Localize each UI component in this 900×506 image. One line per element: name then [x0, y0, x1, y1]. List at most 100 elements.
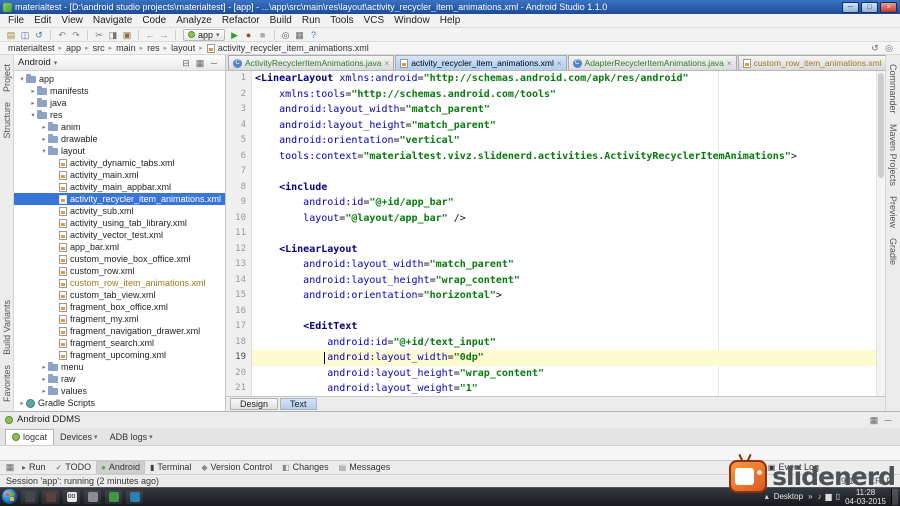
tree-item-values[interactable]: ▸ values — [14, 385, 225, 397]
menu-item-build[interactable]: Build — [265, 15, 297, 26]
tree-item-activity-sub-xml[interactable]: activity_sub.xml — [14, 205, 225, 217]
tree-item-app[interactable]: ▾ app — [14, 73, 225, 85]
code-line[interactable]: xmlns:tools="http://schemas.android.com/… — [255, 87, 876, 103]
editor-tab-adapterrecycleritemanimations-java[interactable]: C AdapterRecyclerItemAnimations.java × — [567, 55, 737, 70]
copy-icon[interactable]: ◨ — [106, 29, 120, 41]
code-line[interactable] — [255, 226, 876, 242]
editor-tab-custom-row-item-animations-xml[interactable]: custom_row_item_animations.xml× — [737, 55, 885, 70]
run-config-selector[interactable]: app ▾ — [183, 28, 225, 41]
code-line[interactable]: android:layout_height="wrap_content" — [255, 366, 876, 382]
tool-window-button-run[interactable]: ▸ Run — [17, 461, 51, 474]
taskbar-app-icon-3[interactable]: oo — [63, 489, 80, 504]
tool-window-button-changes[interactable]: ◧ Changes — [277, 461, 334, 474]
dock-button-maven-projects[interactable]: Maven Projects — [888, 124, 898, 186]
code-area[interactable]: 1 2 3 4 5 6 7 8 9 10 11 12 13 14 15 16 17 18 19 20 21 <Linea… — [226, 71, 885, 396]
desktop-toolbar-chevron[interactable]: » — [808, 492, 812, 501]
code-line[interactable]: android:layout_weight="1" — [255, 381, 876, 396]
code-line[interactable]: android:orientation="vertical" — [255, 133, 876, 149]
help-icon[interactable]: ? — [307, 29, 321, 41]
collapsed-arrow-icon[interactable]: ▸ — [40, 123, 48, 131]
ddms-settings-icon[interactable]: ▦ — [867, 414, 881, 426]
menu-item-tools[interactable]: Tools — [325, 15, 358, 26]
tree-item-activity-dynamic-tabs-xml[interactable]: activity_dynamic_tabs.xml — [14, 157, 225, 169]
tree-item-activity-vector-test-xml[interactable]: activity_vector_test.xml — [14, 229, 225, 241]
editor-mode-tab-design[interactable]: Design — [230, 397, 279, 410]
breadcrumb-item-layout[interactable]: layout — [169, 43, 197, 53]
code-line[interactable]: <LinearLayout — [255, 242, 876, 258]
ddms-minimize-icon[interactable]: ─ — [881, 414, 895, 426]
expanded-arrow-icon[interactable]: ▾ — [18, 75, 26, 83]
save-all-icon[interactable]: ◫ — [18, 29, 32, 41]
history-icon[interactable]: ↺ — [868, 42, 882, 54]
tool-window-switcher-icon[interactable]: ▦ — [3, 461, 17, 473]
close-tab-icon[interactable]: × — [727, 59, 732, 68]
menu-item-help[interactable]: Help — [435, 15, 466, 26]
dock-button-favorites[interactable]: Favorites — [2, 365, 12, 402]
maximize-button[interactable]: □ — [861, 1, 878, 13]
tree-item-gradle-scripts[interactable]: ▸ Gradle Scripts — [14, 397, 225, 409]
start-button[interactable] — [2, 489, 17, 505]
ddms-button-adb-logs[interactable]: ADB logs ▾ — [104, 429, 159, 445]
settings-icon[interactable]: ▦ — [293, 29, 307, 41]
taskbar-app-icon-6[interactable] — [126, 489, 143, 504]
menu-item-view[interactable]: View — [56, 15, 88, 26]
menu-item-vcs[interactable]: VCS — [359, 15, 390, 26]
menu-item-navigate[interactable]: Navigate — [88, 15, 137, 26]
debug-icon[interactable]: ● — [242, 29, 256, 41]
desktop-toolbar-label[interactable]: Desktop — [774, 492, 803, 501]
cut-icon[interactable]: ✂ — [92, 29, 106, 41]
tree-item-activity-recycler-item-animations-xml[interactable]: activity_recycler_item_animations.xml — [14, 193, 225, 205]
dock-button-commander[interactable]: Commander — [888, 64, 898, 114]
tree-item-custom-row-item-animations-xml[interactable]: custom_row_item_animations.xml — [14, 277, 225, 289]
menu-item-run[interactable]: Run — [297, 15, 325, 26]
tree-item-fragment-search-xml[interactable]: fragment_search.xml — [14, 337, 225, 349]
tool-window-button-terminal[interactable]: ▮ Terminal — [145, 461, 196, 474]
code-line[interactable]: android:id="@+id/text_input" — [255, 335, 876, 351]
search-icon[interactable]: ◎ — [882, 42, 896, 54]
code-lines[interactable]: <LinearLayout xmlns:android="http://sche… — [252, 71, 876, 396]
dock-button-structure[interactable]: Structure — [2, 102, 12, 139]
run-icon[interactable]: ▶ — [228, 29, 242, 41]
tree-item-res[interactable]: ▾ res — [14, 109, 225, 121]
minimize-button[interactable]: ─ — [842, 1, 859, 13]
collapsed-arrow-icon[interactable]: ▸ — [18, 399, 26, 407]
code-line[interactable]: <LinearLayout xmlns:android="http://sche… — [255, 71, 876, 87]
menu-item-file[interactable]: File — [3, 15, 29, 26]
forward-icon[interactable]: → — [157, 29, 171, 41]
code-line[interactable]: android:orientation="horizontal"> — [255, 288, 876, 304]
code-line[interactable]: <EditText — [255, 319, 876, 335]
tree-item-layout[interactable]: ▾ layout — [14, 145, 225, 157]
settings-icon[interactable]: ▦ — [193, 57, 207, 69]
dock-button-preview[interactable]: Preview — [888, 196, 898, 228]
network-icon[interactable]: ▆ — [826, 492, 832, 501]
undo-icon[interactable]: ↶ — [55, 29, 69, 41]
code-line[interactable]: android:id="@+id/app_bar" — [255, 195, 876, 211]
breadcrumb-item-res[interactable]: res — [145, 43, 162, 53]
code-line[interactable]: android:layout_width="match_parent" — [255, 257, 876, 273]
tree-item-activity-main-xml[interactable]: activity_main.xml — [14, 169, 225, 181]
collapse-all-icon[interactable]: ⊟ — [179, 57, 193, 69]
menu-item-code[interactable]: Code — [137, 15, 171, 26]
tree-item-custom-row-xml[interactable]: custom_row.xml — [14, 265, 225, 277]
expanded-arrow-icon[interactable]: ▾ — [40, 147, 48, 155]
search-icon[interactable]: ◎ — [279, 29, 293, 41]
code-line[interactable] — [255, 164, 876, 180]
tree-item-fragment-upcoming-xml[interactable]: fragment_upcoming.xml — [14, 349, 225, 361]
tree-item-raw[interactable]: ▸ raw — [14, 373, 225, 385]
menu-item-window[interactable]: Window — [389, 15, 435, 26]
project-view-selector[interactable]: Android ▾ — [18, 57, 57, 68]
tool-window-button-messages[interactable]: ▤ Messages — [334, 461, 396, 474]
breadcrumb-item-app[interactable]: app — [64, 43, 83, 53]
tool-window-button-version-control[interactable]: ◆ Version Control — [196, 461, 277, 474]
code-line[interactable]: <include — [255, 180, 876, 196]
code-line[interactable]: android:layout_width="0dp" — [252, 350, 876, 366]
code-line[interactable]: android:layout_width="match_parent" — [255, 102, 876, 118]
code-line[interactable]: android:layout_height="wrap_content" — [255, 273, 876, 289]
tree-item-fragment-box-office-xml[interactable]: fragment_box_office.xml — [14, 301, 225, 313]
paste-icon[interactable]: ▣ — [120, 29, 134, 41]
code-line[interactable]: layout="@layout/app_bar" /> — [255, 211, 876, 227]
collapsed-arrow-icon[interactable]: ▸ — [40, 375, 48, 383]
tree-item-activity-main-appbar-xml[interactable]: activity_main_appbar.xml — [14, 181, 225, 193]
editor-scrollbar[interactable] — [876, 71, 885, 396]
code-line[interactable]: android:layout_height="match_parent" — [255, 118, 876, 134]
